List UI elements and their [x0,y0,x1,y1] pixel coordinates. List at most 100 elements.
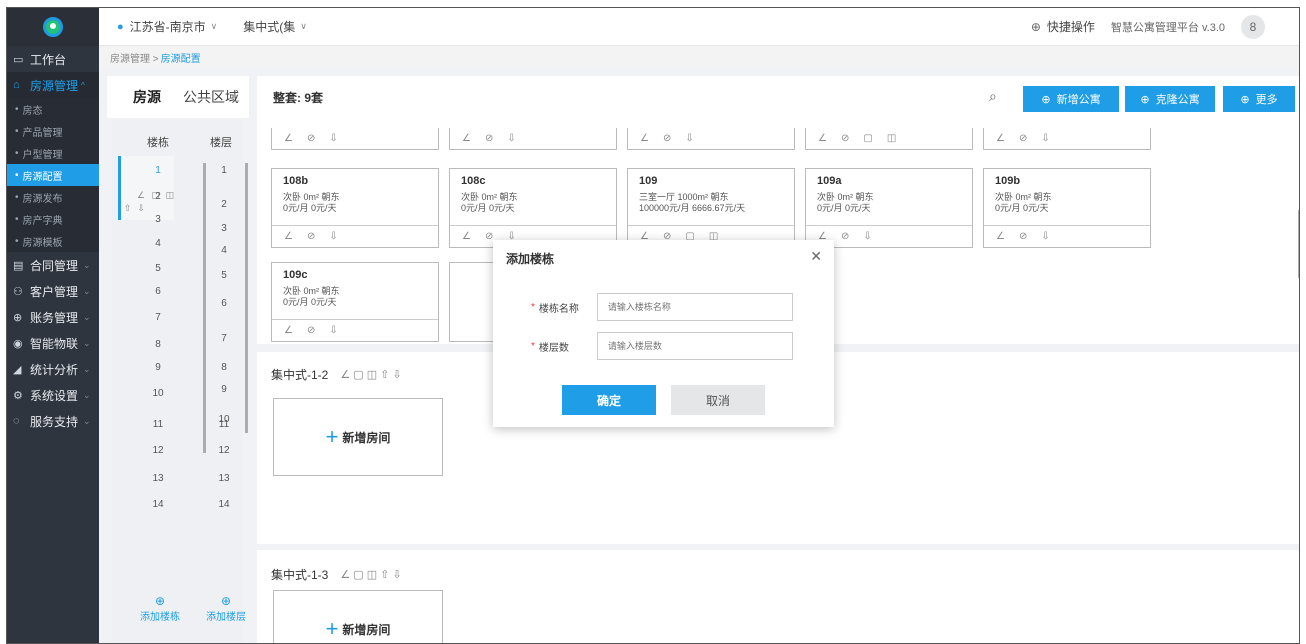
room-action-icons[interactable]: ∠ ⊘ ⇩ [272,225,438,247]
floor-item[interactable]: 7 [204,333,244,344]
room-number: 109a [817,175,842,187]
app-window: ▭工作台 ⌂房源管理^ 房态 产品管理 户型管理 房源配置 房源发布 房产字典 … [6,7,1300,644]
floor-count-input[interactable] [596,332,793,360]
group-action-icons[interactable]: ∠ ▢ ◫ ⇧ ⇩ [340,368,401,381]
room-action-icons[interactable]: ∠ ⊘ ⇩ [272,319,438,341]
building-item[interactable]: 14 [138,499,178,510]
floor-item[interactable]: 12 [204,445,244,456]
room-card[interactable]: 109a 次卧 0m² 朝东 0元/月 0元/天 ∠ ⊘ ⇩ [805,168,973,248]
nav-stats[interactable]: ◢ 统计分析 ⌄ [7,356,99,382]
floor-item[interactable]: 8 [204,362,244,373]
floor-item[interactable]: 1 [204,165,244,176]
mode-select[interactable]: 集中式(集 ∨ [243,18,307,35]
building-item[interactable]: 4 [138,238,178,249]
room-action-bar[interactable]: ∠ ⊘ ⇩ [271,128,439,150]
add-room-button[interactable]: + 新增房间 [273,590,443,643]
floor-item[interactable]: 6 [204,298,244,309]
nav-house-mgmt[interactable]: ⌂ 房源管理 ^ [7,72,99,98]
chevron-down-icon: ⌄ [83,363,91,374]
sub-layout[interactable]: 户型管理 [7,142,99,164]
quick-ops-link[interactable]: 快捷操作 [1047,18,1095,35]
sub-config[interactable]: 房源配置 [7,164,99,186]
confirm-button[interactable]: 确定 [562,385,656,415]
room-card[interactable]: 108b 次卧 0m² 朝东 0元/月 0元/天 ∠ ⊘ ⇩ [271,168,439,248]
building-item[interactable]: 3 [138,214,178,225]
add-floor-button[interactable]: ⊕ 添加楼层 [200,594,252,623]
floor-item[interactable]: 5 [204,270,244,281]
building-item[interactable]: 5 [138,263,178,274]
add-building-button[interactable]: ⊕ 添加楼栋 [134,594,186,623]
floor-item[interactable]: 13 [204,473,244,484]
building-item[interactable]: 7 [138,312,178,323]
add-room-button[interactable]: + 新增房间 [273,398,443,476]
sub-dictionary[interactable]: 房产字典 [7,208,99,230]
room-number: 108b [283,175,309,187]
more-button[interactable]: ⊕ 更多 [1223,86,1295,112]
building-item[interactable]: 9 [138,362,178,373]
building-item[interactable]: 6 [138,286,178,297]
sub-product[interactable]: 产品管理 [7,120,99,142]
building-item[interactable]: 2 [138,191,178,202]
plus-circle-icon: ⊕ [154,594,166,608]
room-card[interactable]: 108c 次卧 0m² 朝东 0元/月 0元/天 ∠ ⊘ ⇩ [449,168,617,248]
search-icon[interactable]: ⌕ [989,88,997,105]
room-action-bar[interactable]: ∠ ⊘ ⇩ [627,128,795,150]
room-card-partial[interactable] [449,262,499,342]
city-select[interactable]: 江苏省-南京市 ∨ [130,18,218,35]
room-price: 0元/月 0元/天 [283,297,337,307]
nav-workbench[interactable]: ▭ 工作台 [7,46,99,72]
plus-circle-icon: ⊕ [1041,93,1051,106]
room-card[interactable]: 109c 次卧 0m² 朝东 0元/月 0元/天 ∠ ⊘ ⇩ [271,262,439,342]
building-item[interactable]: 12 [138,445,178,456]
floor-item[interactable]: 3 [204,223,244,234]
plus-icon: + [325,424,339,449]
nav-settings[interactable]: ⚙ 系统设置 ⌄ [7,382,99,408]
logo [7,8,99,46]
sub-publish[interactable]: 房源发布 [7,186,99,208]
main-scrollbar[interactable] [1298,210,1299,278]
sidebar: ▭工作台 ⌂房源管理^ 房态 产品管理 户型管理 房源配置 房源发布 房产字典 … [7,8,99,643]
sub-room-status[interactable]: 房态 [7,98,99,120]
floor-item[interactable]: 14 [204,499,244,510]
building-item[interactable]: 8 [138,339,178,350]
chevron-down-icon: ⌄ [83,311,91,322]
building-item[interactable]: 10 [138,388,178,399]
cancel-button[interactable]: 取消 [671,385,765,415]
tab-public-area[interactable]: 公共区域 [183,87,239,107]
user-avatar-icon[interactable]: 8 [1241,14,1265,39]
room-number: 109b [995,175,1021,187]
nav-contract[interactable]: ▤ 合同管理 ⌄ [7,252,99,278]
nav-support[interactable]: ◌ 服务支持 ⌄ [7,408,99,434]
room-action-bar[interactable]: ∠ ⊘ ▢ ◫ [805,128,973,150]
building-item[interactable]: 1 [138,165,178,176]
building-item[interactable]: 11 [138,419,178,430]
room-card[interactable]: 109b 次卧 0m² 朝东 0元/月 0元/天 ∠ ⊘ ⇩ [983,168,1151,248]
room-action-bar[interactable]: ∠ ⊘ ⇩ [449,128,617,150]
room-action-icons[interactable]: ∠ ⊘ ⇩ [984,225,1150,247]
nav-iot[interactable]: ◉ 智能物联 ⌄ [7,330,99,356]
nav-customer[interactable]: ⚇ 客户管理 ⌄ [7,278,99,304]
clone-apartment-button[interactable]: ⊕ 克隆公寓 [1125,86,1215,112]
group-action-icons[interactable]: ∠ ▢ ◫ ⇧ ⇩ [340,568,401,581]
floor-scrollbar[interactable] [245,163,248,433]
floor-item[interactable]: 11 [204,419,244,430]
building-name-input[interactable] [596,293,793,321]
plus-circle-icon: ⊕ [1030,19,1041,34]
home-icon: ⌂ [13,79,20,91]
floor-item[interactable]: 4 [204,245,244,256]
building-up-down-icons[interactable]: ⇧⇩ [124,203,151,214]
breadcrumb-current[interactable]: 房源配置 [161,50,201,65]
room-action-bar[interactable]: ∠ ⊘ ⇩ [983,128,1151,150]
room-card[interactable]: 109 三室一厅 1000m² 朝东 100000元/月 6666.67元/天 ∠ ⊘… [627,168,795,248]
room-price: 0元/月 0元/天 [817,203,871,213]
close-icon[interactable]: ✕ [810,248,822,265]
sub-template[interactable]: 房源模板 [7,230,99,252]
nav-accounts[interactable]: ⊕ 账务管理 ⌄ [7,304,99,330]
add-apartment-button[interactable]: ⊕ 新增公寓 [1023,86,1119,112]
tab-house[interactable]: 房源 [133,87,173,107]
floor-item[interactable]: 9 [204,384,244,395]
building-item[interactable]: 13 [138,473,178,484]
floor-item[interactable]: 2 [204,199,244,210]
users-icon: ⚇ [13,285,23,298]
room-number: 109 [639,175,658,187]
